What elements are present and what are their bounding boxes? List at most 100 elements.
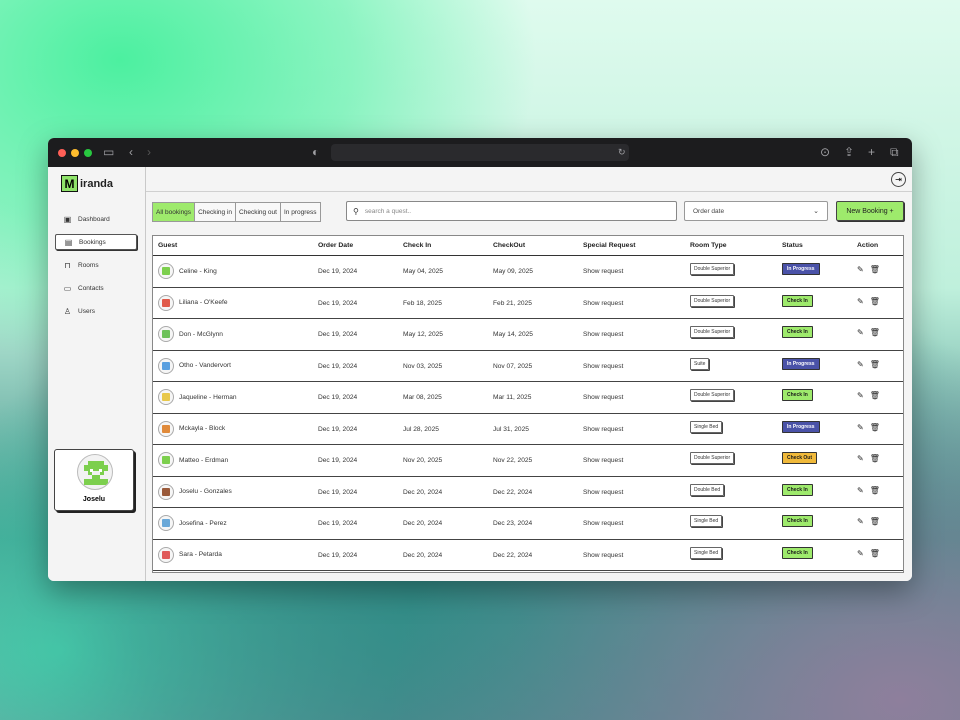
- status-cell: In Progress: [782, 357, 820, 370]
- room-type-tag: Double Superior: [690, 326, 735, 338]
- lock-icon: ⊓: [64, 260, 71, 270]
- table-row[interactable]: Joselu - Gonzales Dec 19, 2024 Dec 20, 2…: [153, 477, 903, 508]
- edit-pencil-icon[interactable]: ✎: [857, 486, 864, 495]
- room-type-cell: Single Bed: [690, 515, 723, 527]
- status-cell: Check In: [782, 389, 813, 401]
- order-select[interactable]: Order date ⌄: [684, 201, 828, 221]
- column-header: Guest: [158, 242, 178, 249]
- show-request-link[interactable]: Show request: [583, 426, 623, 433]
- guest-name: Mckayla - Block: [179, 425, 226, 432]
- sidebar-item-users[interactable]: ♙ Users: [55, 303, 137, 319]
- search-icon: ⚲: [353, 206, 359, 216]
- edit-pencil-icon[interactable]: ✎: [857, 297, 864, 306]
- guest-avatar: [158, 326, 174, 342]
- chevron-down-icon: ⌄: [813, 208, 819, 215]
- edit-pencil-icon[interactable]: ✎: [857, 265, 864, 274]
- guest-name: Liliana - O'Keefe: [179, 299, 228, 306]
- sidebar-item-dashboard[interactable]: ▣ Dashboard: [55, 211, 137, 227]
- show-request-link[interactable]: Show request: [583, 457, 623, 464]
- table-row[interactable]: Mckayla - Block Dec 19, 2024 Jul 28, 202…: [153, 414, 903, 445]
- address-bar[interactable]: [331, 144, 629, 161]
- edit-pencil-icon[interactable]: ✎: [857, 454, 864, 463]
- sidebar-item-rooms[interactable]: ⊓ Rooms: [55, 257, 137, 273]
- check-out-date: Mar 11, 2025: [493, 394, 532, 401]
- sidebar-item-contacts[interactable]: ▭ Contacts: [55, 280, 137, 296]
- status-badge: Check In: [782, 515, 813, 527]
- edit-pencil-icon[interactable]: ✎: [857, 549, 864, 558]
- logout-icon[interactable]: ⇥: [891, 172, 906, 187]
- avatar-pattern-icon: [162, 393, 170, 401]
- trash-icon[interactable]: 🗑: [870, 549, 880, 558]
- show-request-link[interactable]: Show request: [583, 520, 623, 527]
- table-row[interactable]: Celine - King Dec 19, 2024 May 04, 2025 …: [153, 256, 903, 288]
- trash-icon[interactable]: 🗑: [870, 297, 880, 306]
- check-in-date: Mar 08, 2025: [403, 394, 442, 401]
- tab-in-progress[interactable]: In progress: [280, 203, 320, 221]
- table-row[interactable]: Jaqueline - Herman Dec 19, 2024 Mar 08, …: [153, 382, 903, 414]
- close-window-button[interactable]: [58, 149, 66, 157]
- edit-pencil-icon[interactable]: ✎: [857, 517, 864, 526]
- tabs-overview-icon[interactable]: ⧉: [890, 146, 899, 159]
- trash-icon[interactable]: 🗑: [870, 454, 880, 463]
- shield-icon[interactable]: ◐: [312, 146, 319, 159]
- show-request-link[interactable]: Show request: [583, 268, 623, 275]
- search-input[interactable]: ⚲ search a quest..: [346, 201, 677, 221]
- guest-name: Jaqueline - Herman: [179, 393, 237, 401]
- edit-pencil-icon[interactable]: ✎: [857, 328, 864, 337]
- app-logo[interactable]: M iranda: [61, 175, 113, 192]
- sidebar: M iranda ▣ Dashboard ▤ Bookings ⊓ Rooms …: [48, 167, 146, 581]
- table-row[interactable]: Sara - Petarda Dec 19, 2024 Dec 20, 2024…: [153, 540, 903, 571]
- check-in-date: Dec 20, 2024: [403, 551, 443, 559]
- edit-pencil-icon[interactable]: ✎: [857, 360, 864, 369]
- check-in-date: Nov 03, 2025: [403, 362, 443, 370]
- maximize-window-button[interactable]: [84, 149, 92, 157]
- table-row[interactable]: Otho - Vandervort Dec 19, 2024 Nov 03, 2…: [153, 351, 903, 382]
- back-arrow-icon[interactable]: ‹: [129, 146, 133, 159]
- guest-cell: Mckayla - Block: [158, 420, 226, 437]
- guest-avatar: [158, 515, 174, 531]
- download-icon[interactable]: ⊙: [820, 146, 830, 159]
- edit-pencil-icon[interactable]: ✎: [857, 423, 864, 432]
- tab-checking-out[interactable]: Checking out: [236, 203, 281, 221]
- show-request-link[interactable]: Show request: [583, 363, 623, 370]
- forward-arrow-icon[interactable]: ›: [147, 146, 151, 159]
- trash-icon[interactable]: 🗑: [870, 423, 880, 432]
- sidebar-toggle-icon[interactable]: ▭: [103, 146, 114, 159]
- show-request-link[interactable]: Show request: [583, 489, 623, 496]
- tab-all-bookings[interactable]: All bookings: [153, 203, 196, 221]
- trash-icon[interactable]: 🗑: [870, 517, 880, 526]
- show-request-link[interactable]: Show request: [583, 394, 623, 401]
- status-cell: In Progress: [782, 263, 820, 275]
- table-row[interactable]: Don - McGlynn Dec 19, 2024 May 12, 2025 …: [153, 319, 903, 351]
- user-card[interactable]: Joselu: [54, 449, 134, 511]
- guest-avatar: [158, 483, 174, 500]
- action-cell: ✎ 🗑: [857, 297, 880, 306]
- share-icon[interactable]: ⇪: [844, 146, 854, 159]
- order-date: Dec 19, 2024: [318, 268, 358, 275]
- trash-icon[interactable]: 🗑: [870, 328, 880, 337]
- column-header: Status: [782, 242, 803, 249]
- avatar-pattern-icon: [162, 330, 170, 338]
- sidebar-item-label: Contacts: [78, 284, 104, 292]
- table-row[interactable]: Liliana - O'Keefe Dec 19, 2024 Feb 18, 2…: [153, 288, 903, 319]
- trash-icon[interactable]: 🗑: [870, 360, 880, 369]
- tab-checking-in[interactable]: Checking in: [195, 203, 237, 221]
- trash-icon[interactable]: 🗑: [870, 391, 880, 400]
- column-header: Special Request: [583, 242, 636, 249]
- reload-icon[interactable]: ↻: [618, 146, 626, 159]
- new-booking-button[interactable]: New Booking +: [836, 201, 904, 221]
- trash-icon[interactable]: 🗑: [870, 486, 880, 495]
- table-row[interactable]: Matteo - Erdman Dec 19, 2024 Nov 20, 202…: [153, 445, 903, 477]
- sidebar-item-bookings[interactable]: ▤ Bookings: [55, 234, 137, 250]
- show-request-link[interactable]: Show request: [583, 331, 623, 338]
- trash-icon[interactable]: 🗑: [870, 265, 880, 274]
- table-row[interactable]: Josefina - Perez Dec 19, 2024 Dec 20, 20…: [153, 508, 903, 540]
- edit-pencil-icon[interactable]: ✎: [857, 391, 864, 400]
- minimize-window-button[interactable]: [71, 149, 79, 157]
- new-tab-icon[interactable]: +: [868, 146, 875, 159]
- show-request-link[interactable]: Show request: [583, 552, 623, 559]
- check-in-date: Nov 20, 2025: [403, 457, 443, 464]
- show-request-link[interactable]: Show request: [583, 300, 623, 307]
- check-out-date: Dec 22, 2024: [493, 488, 533, 496]
- action-cell: ✎ 🗑: [857, 454, 880, 463]
